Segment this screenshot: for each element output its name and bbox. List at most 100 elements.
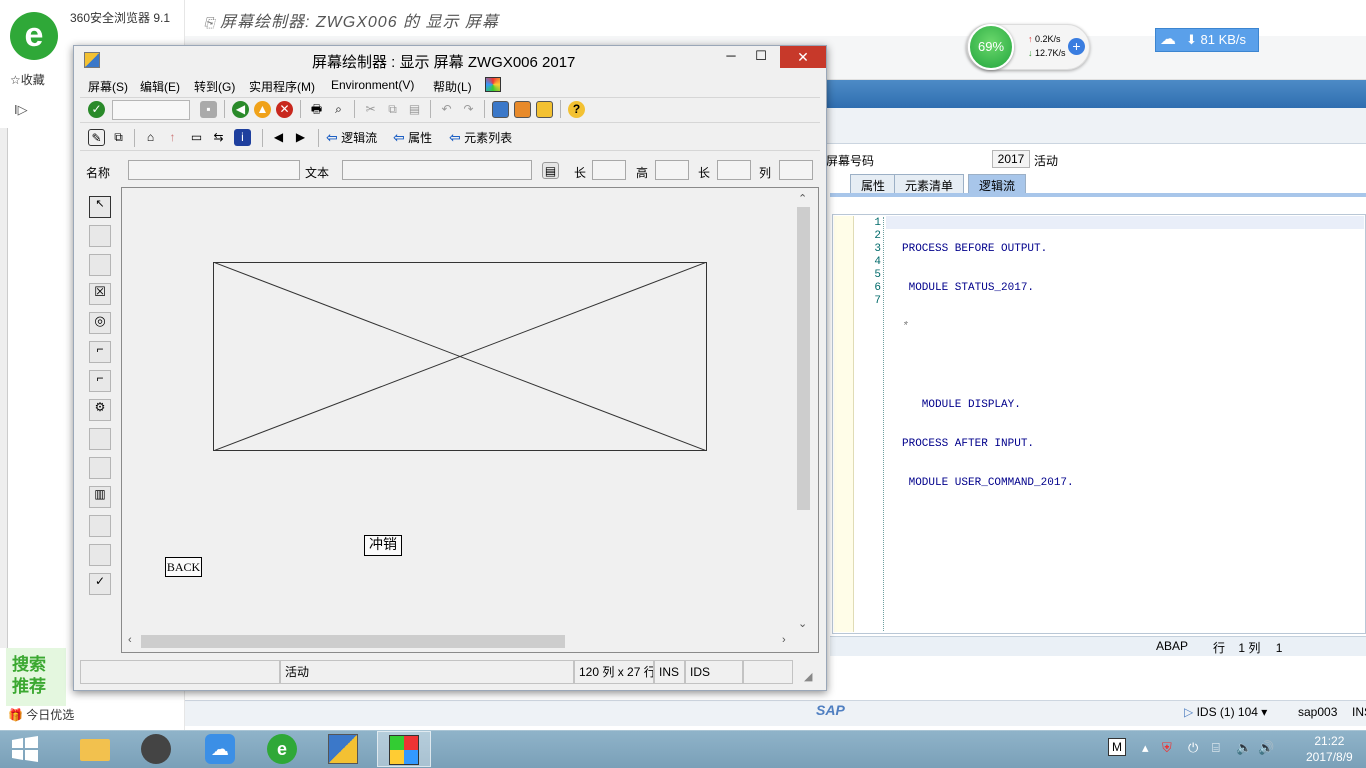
clock[interactable]: 21:22 2017/8/9 <box>1306 733 1353 765</box>
redo-icon[interactable]: ↷ <box>460 101 477 118</box>
menu-help[interactable]: 帮助(L) <box>433 78 472 95</box>
input-method-icon[interactable]: M <box>1108 738 1126 756</box>
flow-logic-button[interactable]: ⇦ 逻辑流 <box>326 129 377 146</box>
save-icon[interactable]: ▪ <box>200 101 217 118</box>
taskbar-baidu-cloud[interactable]: ☁ <box>193 731 247 767</box>
favorites-button[interactable]: ☆收藏 <box>10 71 45 88</box>
back-pushbutton[interactable]: BACK <box>165 557 202 577</box>
change-display-icon[interactable]: ✎ <box>88 129 105 146</box>
cancel-pushbutton[interactable]: 冲销 <box>364 535 402 556</box>
box-tool-icon[interactable] <box>89 428 111 450</box>
taskbar-sap-gui[interactable] <box>377 731 431 767</box>
icon-picker-icon[interactable]: ▤ <box>542 162 559 179</box>
menu-environment[interactable]: Environment(V) <box>331 78 414 92</box>
table-control-tool-icon[interactable]: ▥ <box>89 486 111 508</box>
find-icon[interactable]: ⌕ <box>330 101 347 118</box>
show-hidden-icons-icon[interactable]: ▴ <box>1142 740 1149 756</box>
height-input[interactable] <box>655 160 689 180</box>
plus-icon[interactable]: + <box>1068 38 1085 55</box>
scroll-right-icon[interactable]: › <box>782 634 786 646</box>
memory-ball[interactable]: 69% <box>968 24 1014 70</box>
other-object-icon[interactable]: ⧉ <box>110 129 127 146</box>
taskbar-sap-logon[interactable] <box>316 731 370 767</box>
status-icon-tool-icon[interactable]: ✓ <box>89 573 111 595</box>
text-field-tool-icon[interactable] <box>89 225 111 247</box>
screen-icon[interactable]: ▭ <box>188 129 205 146</box>
name-input[interactable] <box>128 160 300 180</box>
tab-attributes[interactable]: 属性 <box>850 174 897 194</box>
column-input[interactable] <box>779 160 813 180</box>
enter-icon[interactable]: ✓ <box>88 101 105 118</box>
close-button[interactable]: ✕ <box>780 46 826 68</box>
windows-start-icon[interactable] <box>12 736 38 762</box>
hierarchy-icon[interactable]: ⌂ <box>142 129 159 146</box>
tabstrip-wizard-icon[interactable]: ⚙ <box>89 399 111 421</box>
security-icon[interactable]: ⛨ <box>1162 740 1172 756</box>
today-picks-link[interactable]: 🎁 今日优选 <box>8 706 74 723</box>
scroll-left-icon[interactable]: ‹ <box>128 634 132 646</box>
code-lines[interactable]: PROCESS BEFORE OUTPUT. MODULE STATUS_201… <box>902 217 1074 503</box>
taskbar-explorer[interactable] <box>68 731 122 767</box>
undo-icon[interactable]: ↶ <box>438 101 455 118</box>
subscreen-tool-icon[interactable] <box>89 457 111 479</box>
pushbutton-tool-icon[interactable]: ⌐ <box>89 341 111 363</box>
scroll-up-icon[interactable]: ⌃ <box>798 192 807 205</box>
sidebar-toggle-icon[interactable]: I▷ <box>14 102 28 118</box>
horizontal-scroll-thumb[interactable] <box>141 635 565 648</box>
length-input[interactable] <box>592 160 626 180</box>
tab-element-list[interactable]: 元素清单 <box>894 174 965 194</box>
table-wizard-icon[interactable] <box>89 515 111 537</box>
paste-icon[interactable]: ▤ <box>406 101 423 118</box>
menu-goto[interactable]: 转到(G) <box>194 78 235 95</box>
element-list-button[interactable]: ⇦ 元素列表 <box>449 129 512 146</box>
vertical-scroll-thumb[interactable] <box>797 207 810 510</box>
device-icon[interactable]: ⏻ <box>1188 740 1198 756</box>
network-icon[interactable]: ⌸ <box>1212 740 1220 756</box>
resize-grip-icon[interactable]: ◢ <box>804 670 812 683</box>
transfer-icon[interactable]: ⇆ <box>210 129 227 146</box>
menu-edit[interactable]: 编辑(E) <box>140 78 180 95</box>
menu-utilities[interactable]: 实用程序(M) <box>249 78 315 95</box>
screen-number-label: 屏幕号码 <box>826 154 875 168</box>
pointer-tool-icon[interactable]: ↖ <box>89 196 111 218</box>
taskbar-photo-app[interactable] <box>129 731 183 767</box>
text-input[interactable] <box>342 160 532 180</box>
input-field-tool-icon[interactable] <box>89 254 111 276</box>
system-info[interactable]: ▷ IDS (1) 104 ▾ <box>1184 705 1267 719</box>
taskbar-360-browser[interactable]: e <box>255 731 309 767</box>
search-recommend-panel[interactable]: 搜索推荐 <box>6 648 66 706</box>
print-icon[interactable]: 🖶 <box>308 101 325 118</box>
cancel-icon[interactable]: ✕ <box>276 101 293 118</box>
custom-control-tool-icon[interactable] <box>89 544 111 566</box>
custom-control-area[interactable] <box>213 262 707 451</box>
cut-icon[interactable]: ✂ <box>362 101 379 118</box>
layout-icon[interactable] <box>536 101 553 118</box>
pointer-icon[interactable]: ↑ <box>164 129 181 146</box>
info-icon[interactable]: i <box>234 129 251 146</box>
tabstrip-tool-icon[interactable]: ⌐ <box>89 370 111 392</box>
tab-flow-logic[interactable]: 逻辑流 <box>968 174 1027 194</box>
radio-tool-icon[interactable]: ◎ <box>89 312 111 334</box>
minimize-button[interactable]: ─ <box>716 47 746 67</box>
browser-logo-icon[interactable]: e <box>10 12 58 60</box>
checkbox-tool-icon[interactable]: ☒ <box>89 283 111 305</box>
new-session-icon[interactable] <box>492 101 509 118</box>
menu-screen[interactable]: 屏幕(S) <box>88 78 128 95</box>
exit-icon[interactable]: ▲ <box>254 101 271 118</box>
shortcut-icon[interactable] <box>514 101 531 118</box>
attributes-button[interactable]: ⇦ 属性 <box>393 129 432 146</box>
maximize-button[interactable]: ☐ <box>746 47 776 67</box>
previous-icon[interactable]: ◀ <box>270 129 287 146</box>
sound-alert-icon[interactable]: 🔊 <box>1258 740 1274 756</box>
dropdown-icon[interactable]: ▾ <box>1261 705 1267 719</box>
copy-icon[interactable]: ⧉ <box>384 101 401 118</box>
help-icon[interactable]: ? <box>568 101 585 118</box>
screen-number-field[interactable]: 2017 <box>992 150 1030 168</box>
next-icon[interactable]: ▶ <box>292 129 309 146</box>
back-icon[interactable]: ◀ <box>232 101 249 118</box>
command-field[interactable] <box>112 100 190 120</box>
visible-length-input[interactable] <box>717 160 751 180</box>
layout-menu-icon[interactable] <box>485 77 501 92</box>
scroll-down-icon[interactable]: ⌄ <box>798 617 807 630</box>
volume-icon[interactable]: 🔈 <box>1236 740 1252 756</box>
